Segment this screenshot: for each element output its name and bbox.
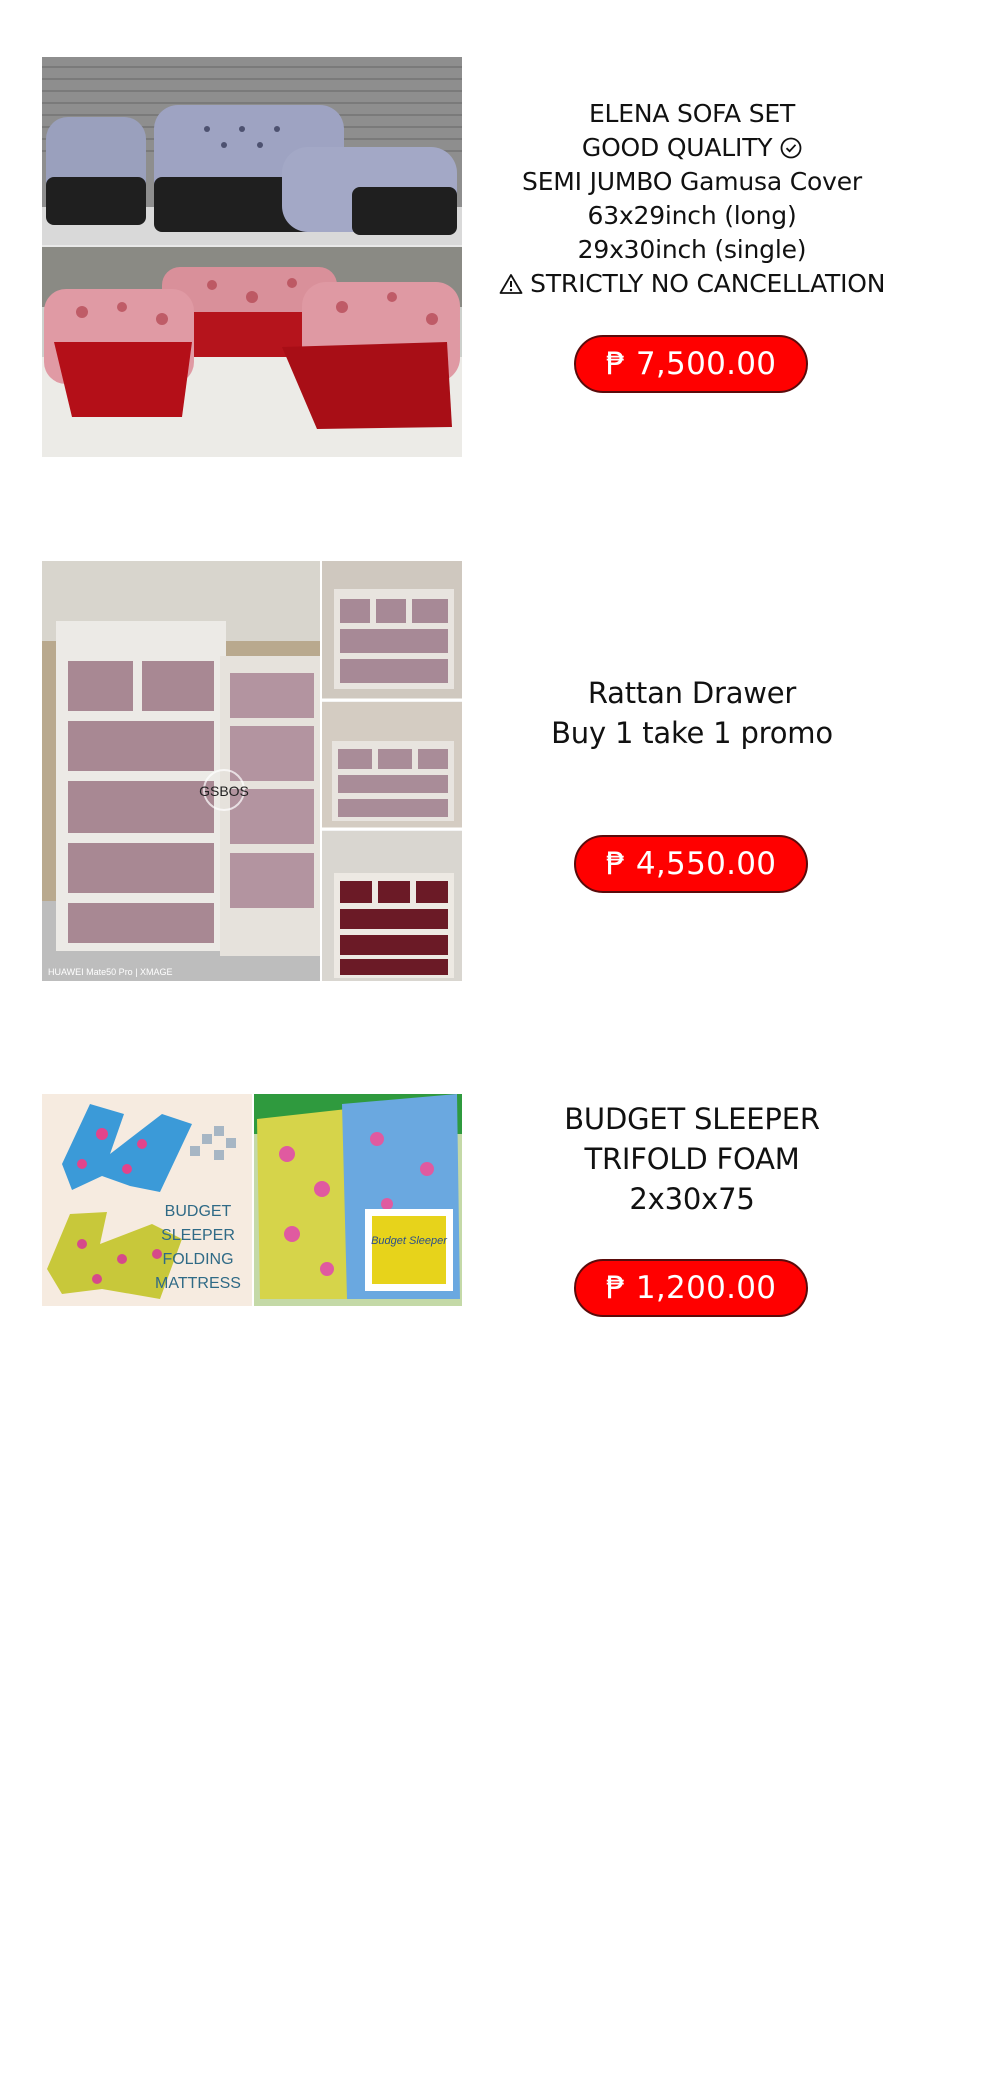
- warning-icon: [499, 270, 530, 298]
- price-button[interactable]: ₱ 7,500.00: [574, 335, 808, 393]
- rattan-drawer-image[interactable]: GSBOS HUAWEI Mate50 Pro | XMAGE: [42, 561, 462, 981]
- quality-line: GOOD QUALITY: [482, 131, 902, 165]
- cancellation-text: STRICTLY NO CANCELLATION: [530, 269, 886, 298]
- image-text-folding: FOLDING: [162, 1251, 233, 1268]
- gsbos-watermark: GSBOS: [199, 783, 249, 799]
- product-name: BUDGET SLEEPER: [564, 1102, 820, 1136]
- type-line: TRIFOLD FOAM: [584, 1142, 800, 1176]
- product-name: Rattan Drawer: [587, 676, 797, 710]
- rattan-drawer-info: Rattan Drawer Buy 1 take 1 promo ₱ 4,550…: [482, 673, 902, 893]
- budget-sleeper-info: BUDGET SLEEPER TRIFOLD FOAM 2x30x75 ₱ 1,…: [482, 1099, 902, 1317]
- check-circle-icon: [780, 134, 802, 162]
- camera-watermark: HUAWEI Mate50 Pro | XMAGE: [48, 967, 173, 977]
- cover-line: SEMI JUMBO Gamusa Cover: [522, 167, 862, 196]
- image-text-budget: BUDGET: [165, 1203, 232, 1220]
- quality-text: GOOD QUALITY: [581, 133, 773, 162]
- promo-line: Buy 1 take 1 promo: [551, 716, 833, 750]
- image-text-sleeper: SLEEPER: [161, 1227, 235, 1244]
- single-size-line: 29x30inch (single): [577, 235, 807, 264]
- long-size-line: 63x29inch (long): [587, 201, 797, 230]
- trifold-foam-image[interactable]: BUDGET SLEEPER FOLDING MATTRESS Budget S…: [42, 1094, 462, 1306]
- image-brand: Budget Sleeper: [371, 1235, 448, 1247]
- price-button[interactable]: ₱ 4,550.00: [574, 835, 808, 893]
- price-button[interactable]: ₱ 1,200.00: [574, 1259, 808, 1317]
- product-name: ELENA SOFA SET: [588, 99, 796, 128]
- sofa-info: ELENA SOFA SET GOOD QUALITY SEMI JUMBO G…: [482, 97, 902, 393]
- cancellation-line: STRICTLY NO CANCELLATION: [482, 267, 902, 301]
- sofa-set-image[interactable]: [42, 57, 462, 457]
- image-text-mattress: MATTRESS: [155, 1275, 241, 1292]
- size-line: 2x30x75: [629, 1182, 755, 1216]
